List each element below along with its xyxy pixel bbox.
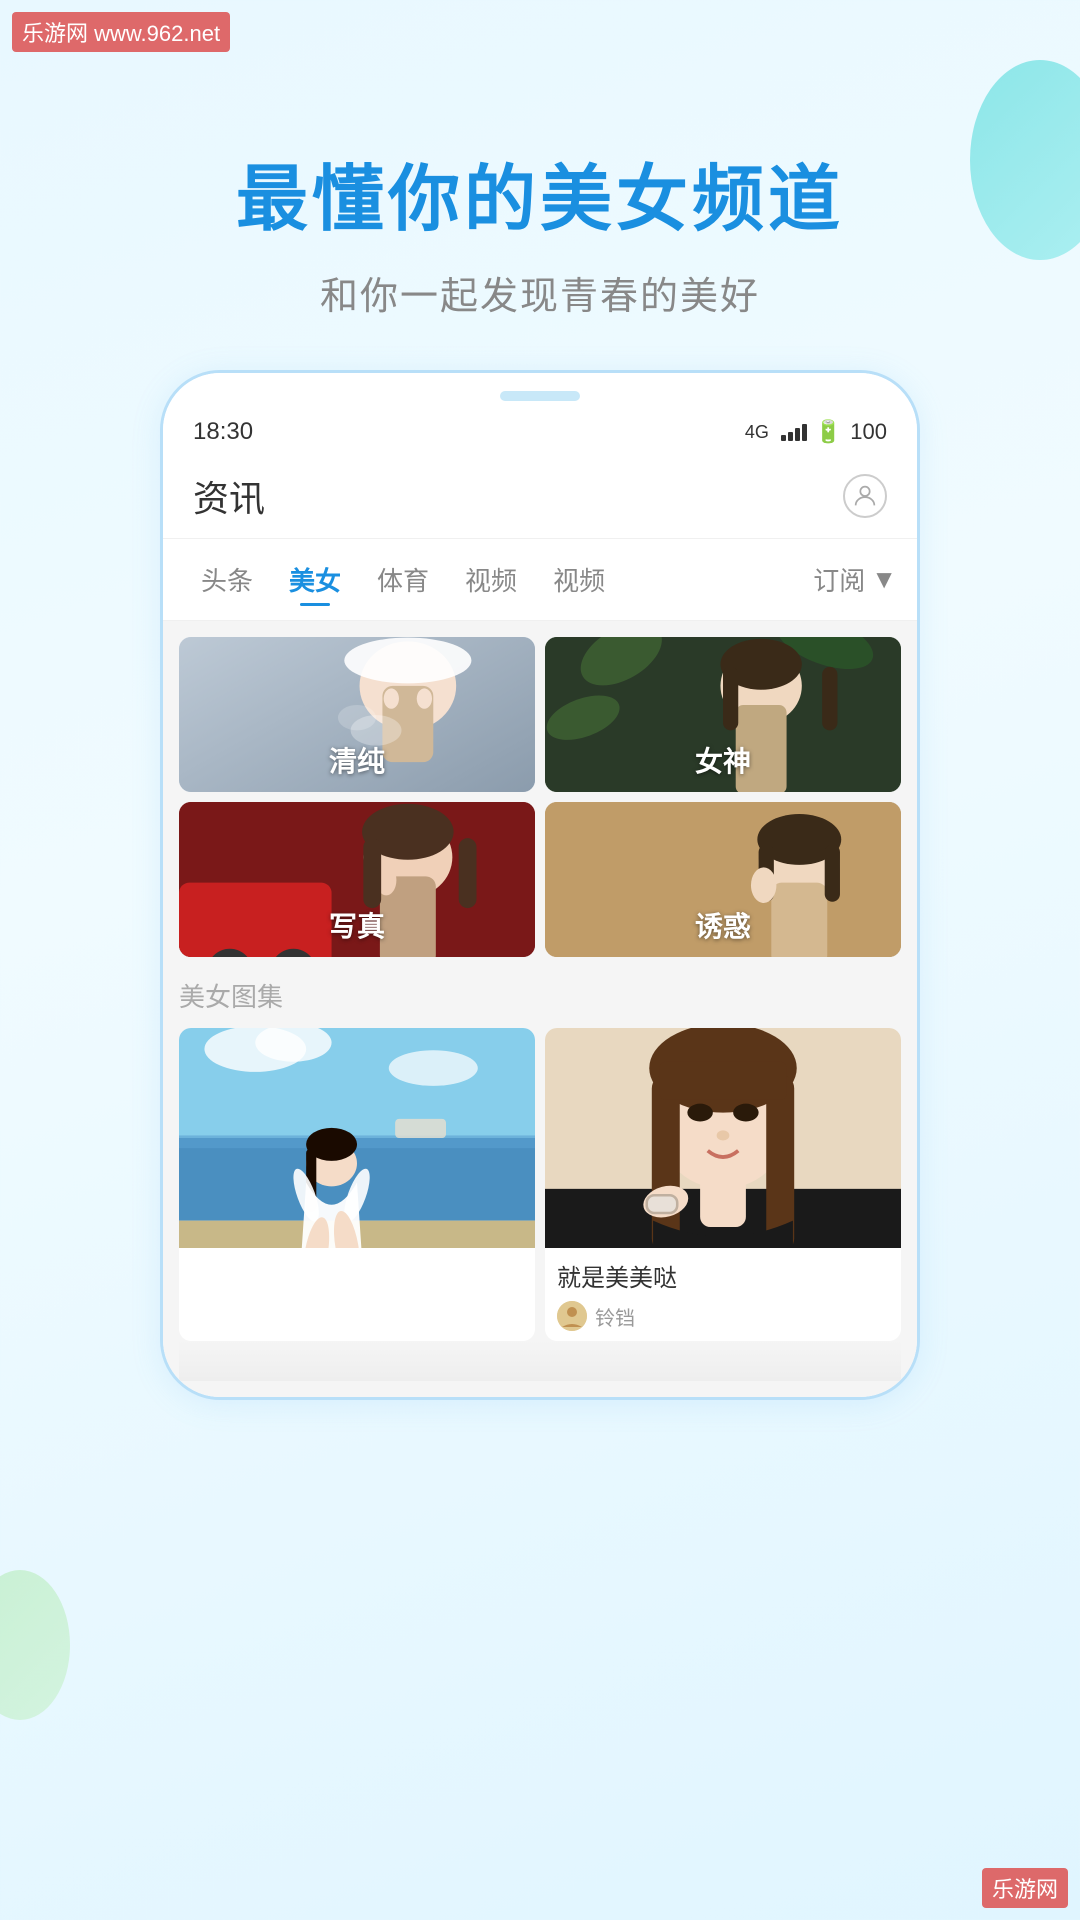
category-card-photo[interactable]: 写真: [179, 802, 535, 957]
tab-video2[interactable]: 视频: [535, 553, 623, 606]
tab-beauty[interactable]: 美女: [271, 553, 359, 606]
category-label-photoshoot: 写真: [329, 905, 385, 945]
category-label-temptation: 诱惑: [695, 905, 751, 945]
tab-sports[interactable]: 体育: [359, 553, 447, 606]
status-time: 18:30: [193, 418, 253, 446]
album-image-portrait: [545, 1028, 901, 1248]
tab-subscribe-label: 订阅: [813, 561, 865, 598]
signal-bar-2: [788, 432, 793, 441]
category-label-goddess: 女神: [695, 740, 751, 780]
category-card-temptation[interactable]: 诱惑: [545, 802, 901, 957]
tab-bar: 头条 美女 体育 视频 视频 订阅 ▼: [163, 539, 917, 621]
category-grid: 清纯: [179, 637, 901, 957]
signal-bar-3: [795, 428, 800, 441]
battery-level: 100: [850, 419, 887, 445]
author-name: 铃铛: [595, 1302, 635, 1331]
album-desc-portrait: 就是美美哒: [557, 1258, 889, 1293]
bottom-fade: [179, 1341, 901, 1381]
album-author: 铃铛: [557, 1301, 889, 1331]
hero-title: 最懂你的美女频道: [0, 140, 1080, 245]
phone-top-bar: [163, 373, 917, 410]
watermark-top: 乐游网 www.962.net: [12, 12, 230, 52]
app-header: 资讯: [163, 454, 917, 539]
hero-subtitle: 和你一起发现青春的美好: [0, 265, 1080, 320]
album-image-beach: [179, 1028, 535, 1248]
tab-headlines[interactable]: 头条: [183, 553, 271, 606]
watermark-bottom-right: 乐游网: [982, 1868, 1068, 1908]
category-label-pure: 清纯: [329, 740, 385, 780]
album-card-portrait[interactable]: 就是美美哒 铃铛: [545, 1028, 901, 1341]
dropdown-arrow-icon: ▼: [871, 564, 897, 595]
signal-bar-1: [781, 435, 786, 441]
album-info-portrait: 就是美美哒 铃铛: [545, 1248, 901, 1341]
phone-mockup: 18:30 4G 🔋 100 资讯 头条 美女 体育 视频 视频: [160, 370, 920, 1400]
app-title: 资讯: [193, 470, 265, 522]
section-title-albums: 美女图集: [179, 977, 901, 1014]
network-type: 4G: [745, 422, 769, 443]
signal-bar-4: [802, 424, 807, 441]
status-right: 4G 🔋 100: [745, 419, 887, 445]
battery-icon: 🔋: [815, 419, 842, 445]
tab-video1[interactable]: 视频: [447, 553, 535, 606]
category-card-pure[interactable]: 清纯: [179, 637, 535, 792]
tab-subscribe-dropdown[interactable]: 订阅 ▼: [813, 561, 897, 598]
user-profile-button[interactable]: [843, 474, 887, 518]
phone-speaker: [500, 391, 580, 401]
album-card-beach[interactable]: [179, 1028, 535, 1341]
deco-circle-bottom-left: [0, 1570, 70, 1720]
author-avatar: [557, 1301, 587, 1331]
status-bar: 18:30 4G 🔋 100: [163, 410, 917, 454]
category-card-goddess[interactable]: 女神: [545, 637, 901, 792]
album-grid: 就是美美哒 铃铛: [179, 1028, 901, 1341]
album-info-beach: [179, 1248, 535, 1268]
content-area: 清纯: [163, 621, 917, 1397]
signal-bars: [781, 423, 807, 441]
hero-section: 最懂你的美女频道 和你一起发现青春的美好: [0, 0, 1080, 370]
